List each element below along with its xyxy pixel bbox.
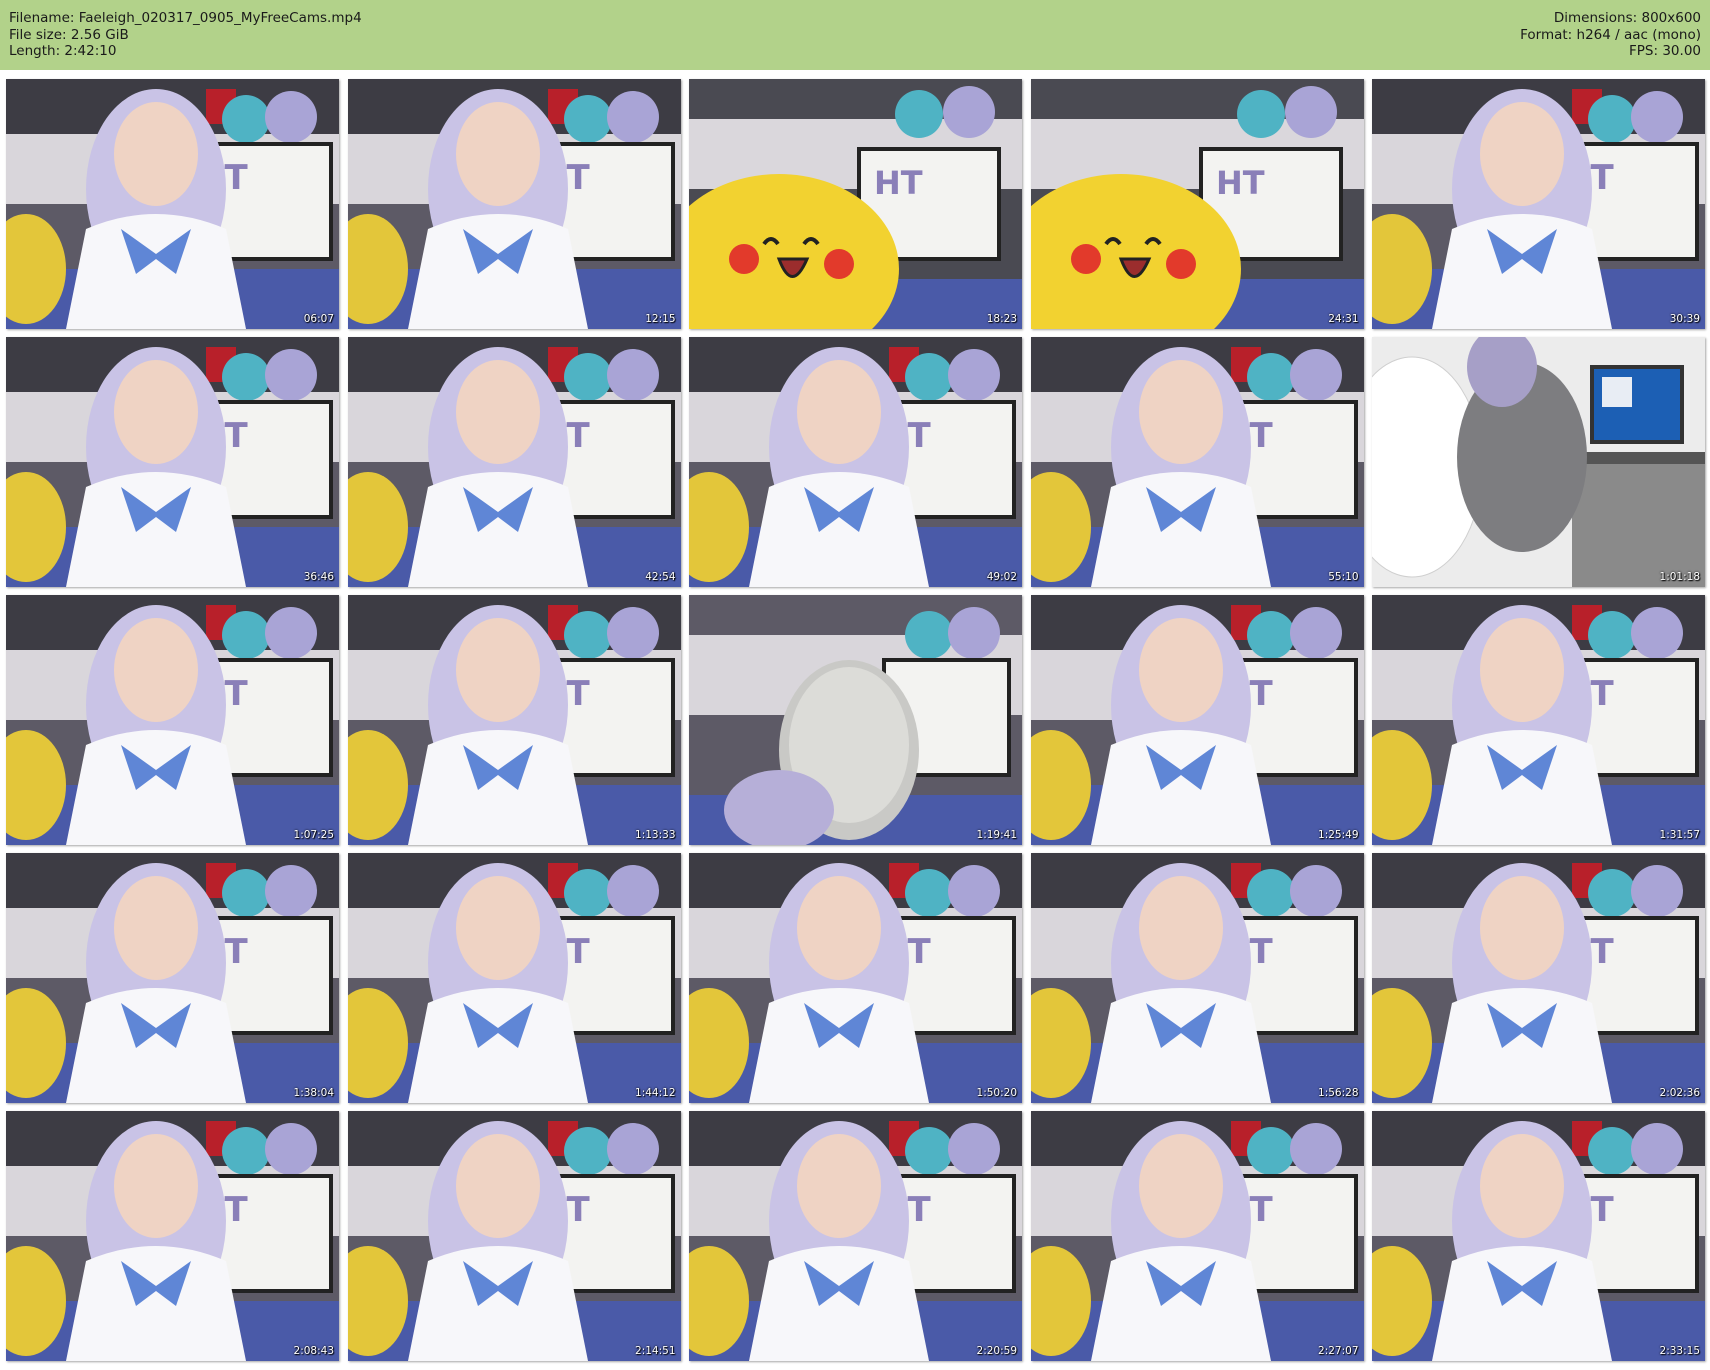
thumbnail-image: HT [689, 1111, 1022, 1361]
thumbnail-grid: HT 06:07 HT 12:15 HT [0, 79, 1710, 1370]
timestamp-label: 1:01:18 [1659, 571, 1700, 583]
thumbnail-image: HT [689, 853, 1022, 1103]
video-thumbnail: HT 2:27:07 [1030, 1111, 1364, 1361]
video-thumbnail: HT 55:10 [1030, 337, 1364, 587]
timestamp-label: 2:08:43 [293, 1345, 334, 1357]
video-thumbnail: HT 36:46 [6, 337, 339, 587]
thumbnail-image: HT [347, 337, 681, 587]
thumbnail-image: HT [6, 337, 339, 587]
timestamp-label: 55:10 [1328, 571, 1359, 583]
video-thumbnail: HT 1:13:33 [347, 595, 681, 845]
video-thumbnail: HT 2:14:51 [347, 1111, 681, 1361]
svg-text:HT: HT [874, 164, 923, 202]
thumbnail-image: HT [689, 79, 1022, 329]
thumbnail-image: HT [347, 853, 681, 1103]
timestamp-label: 2:33:15 [1659, 1345, 1700, 1357]
fps-text: FPS: 30.00 [1629, 43, 1701, 59]
thumbnail-image: HT [6, 853, 339, 1103]
timestamp-label: 36:46 [303, 571, 334, 583]
timestamp-label: 49:02 [986, 571, 1017, 583]
timestamp-label: 1:50:20 [976, 1087, 1017, 1099]
video-thumbnail: HT 1:25:49 [1030, 595, 1364, 845]
timestamp-label: 2:02:36 [1659, 1087, 1700, 1099]
timestamp-label: 2:27:07 [1318, 1345, 1359, 1357]
timestamp-label: 1:19:41 [976, 829, 1017, 841]
video-thumbnail: HT 1:50:20 [689, 853, 1022, 1103]
thumbnail-image: HT [1372, 1111, 1705, 1361]
video-thumbnail: HT 1:38:04 [6, 853, 339, 1103]
timestamp-label: 1:31:57 [1659, 829, 1700, 841]
timestamp-label: 2:14:51 [635, 1345, 676, 1357]
thumbnail-image: HT [6, 79, 339, 329]
video-thumbnail: 1:19:41 [689, 595, 1022, 845]
thumbnail-image: HT [1030, 853, 1364, 1103]
length-text: Length: 2:42:10 [9, 43, 117, 59]
video-thumbnail: HT 1:56:28 [1030, 853, 1364, 1103]
timestamp-label: 1:38:04 [293, 1087, 334, 1099]
video-thumbnail: HT 1:44:12 [347, 853, 681, 1103]
thumbnail-image: HT [347, 595, 681, 845]
timestamp-label: 42:54 [645, 571, 676, 583]
video-thumbnail: HT 2:33:15 [1372, 1111, 1705, 1361]
thumbnail-image: HT [689, 337, 1022, 587]
thumbnail-image: HT [1030, 1111, 1364, 1361]
filesize-text: File size: 2.56 GiB [9, 26, 129, 43]
format-text: Format: h264 / aac (mono) [1520, 26, 1701, 43]
thumbnail-image [1372, 337, 1705, 587]
thumbnail-image: HT [347, 1111, 681, 1361]
timestamp-label: 18:23 [986, 313, 1017, 325]
thumbnail-image: HT [1372, 853, 1705, 1103]
timestamp-label: 12:15 [645, 313, 676, 325]
info-header: Filename: Faeleigh_020317_0905_MyFreeCam… [0, 0, 1710, 70]
timestamp-label: 1:56:28 [1318, 1087, 1359, 1099]
video-thumbnail: HT 49:02 [689, 337, 1022, 587]
filename-text: Filename: Faeleigh_020317_0905_MyFreeCam… [9, 10, 362, 26]
thumbnail-image [689, 595, 1022, 845]
dimensions-text: Dimensions: 800x600 [1553, 10, 1701, 26]
thumbnail-image: HT [1030, 337, 1364, 587]
timestamp-label: 1:13:33 [635, 829, 676, 841]
file-info: Filename: Faeleigh_020317_0905_MyFreeCam… [9, 10, 362, 60]
timestamp-label: 24:31 [1328, 313, 1359, 325]
video-thumbnail: HT 1:07:25 [6, 595, 339, 845]
video-thumbnail: HT 42:54 [347, 337, 681, 587]
video-thumbnail: 1:01:18 [1372, 337, 1705, 587]
thumbnail-image: HT [347, 79, 681, 329]
video-thumbnail: HT 18:23 [689, 79, 1022, 329]
timestamp-label: 1:07:25 [293, 829, 334, 841]
video-thumbnail: HT 2:02:36 [1372, 853, 1705, 1103]
timestamp-label: 06:07 [303, 313, 334, 325]
thumbnail-image: HT [1030, 595, 1364, 845]
timestamp-label: 30:39 [1669, 313, 1700, 325]
timestamp-label: 1:25:49 [1318, 829, 1359, 841]
thumbnail-image: HT [1030, 79, 1364, 329]
thumbnail-image: HT [1372, 595, 1705, 845]
timestamp-label: 2:20:59 [976, 1345, 1017, 1357]
video-thumbnail: HT 12:15 [347, 79, 681, 329]
stream-info: Dimensions: 800x600 Format: h264 / aac (… [1520, 10, 1701, 60]
thumbnail-image: HT [6, 1111, 339, 1361]
video-thumbnail: HT 2:08:43 [6, 1111, 339, 1361]
thumbnail-image: HT [1372, 79, 1705, 329]
video-thumbnail: HT 06:07 [6, 79, 339, 329]
svg-text:HT: HT [1216, 164, 1265, 202]
thumbnail-image: HT [6, 595, 339, 845]
video-thumbnail: HT 30:39 [1372, 79, 1705, 329]
video-thumbnail: HT 1:31:57 [1372, 595, 1705, 845]
video-thumbnail: HT 24:31 [1030, 79, 1364, 329]
video-thumbnail: HT 2:20:59 [689, 1111, 1022, 1361]
timestamp-label: 1:44:12 [635, 1087, 676, 1099]
